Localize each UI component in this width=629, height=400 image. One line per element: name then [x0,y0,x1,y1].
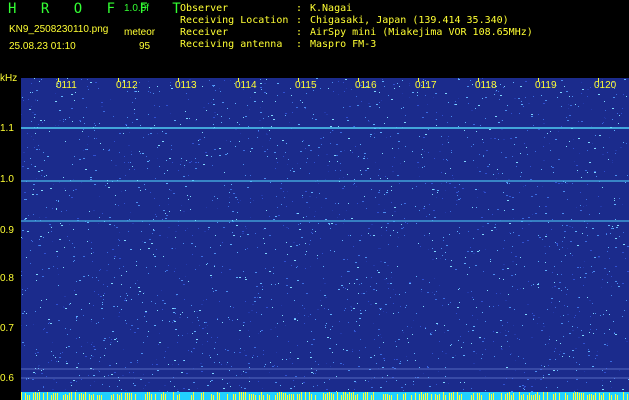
info-row-receiver: Receiver: AirSpy mini (Miakejima VOR 108… [180,27,533,38]
time-label-0116: 0116 [355,80,377,91]
detection-count: 95 [139,41,151,52]
time-label-0114: 0114 [235,80,257,91]
y-tick-0-9: 0.9 [0,225,14,236]
spectrogram-background [21,78,629,400]
time-label-0115: 0115 [295,80,317,91]
time-label-0117: 0117 [415,80,437,91]
y-tick-0-7: 0.7 [0,323,14,334]
app-version: 1.0.0f [124,3,150,14]
y-tick-0-6: 0.6 [0,373,14,384]
y-axis-unit: kHz [0,73,18,84]
timestamp: 25.08.23 01:10 [9,41,76,52]
time-label-0111: 0111 [56,80,77,91]
time-label-0120: 0120 [594,80,617,91]
header-panel: H R O F F T 1.0.0f KN9_2508230110.png me… [0,0,629,75]
file-name: KN9_2508230110.png [9,24,109,35]
time-label-0113: 0113 [175,80,197,91]
info-row-antenna: Receiving antenna: Maspro FM-3 [180,39,377,50]
y-tick-1-0: 1.0 [0,174,14,185]
time-label-0118: 0118 [475,80,497,91]
y-tick-0-8: 0.8 [0,273,14,284]
time-label-0119: 0119 [535,80,557,91]
spectrogram[interactable] [21,78,629,400]
spectrogram-canvas [21,78,629,400]
station-info: Observer: K.Nagai Receiving Location: Ch… [180,3,533,51]
info-row-location: Receiving Location: Chigasaki, Japan (13… [180,15,509,26]
time-label-0112: 0112 [116,80,138,91]
app-brand: H R O F F T [8,1,189,17]
mode-label: meteor [124,27,156,38]
info-row-observer: Observer: K.Nagai [180,3,353,14]
y-tick-1-1: 1.1 [0,123,14,134]
